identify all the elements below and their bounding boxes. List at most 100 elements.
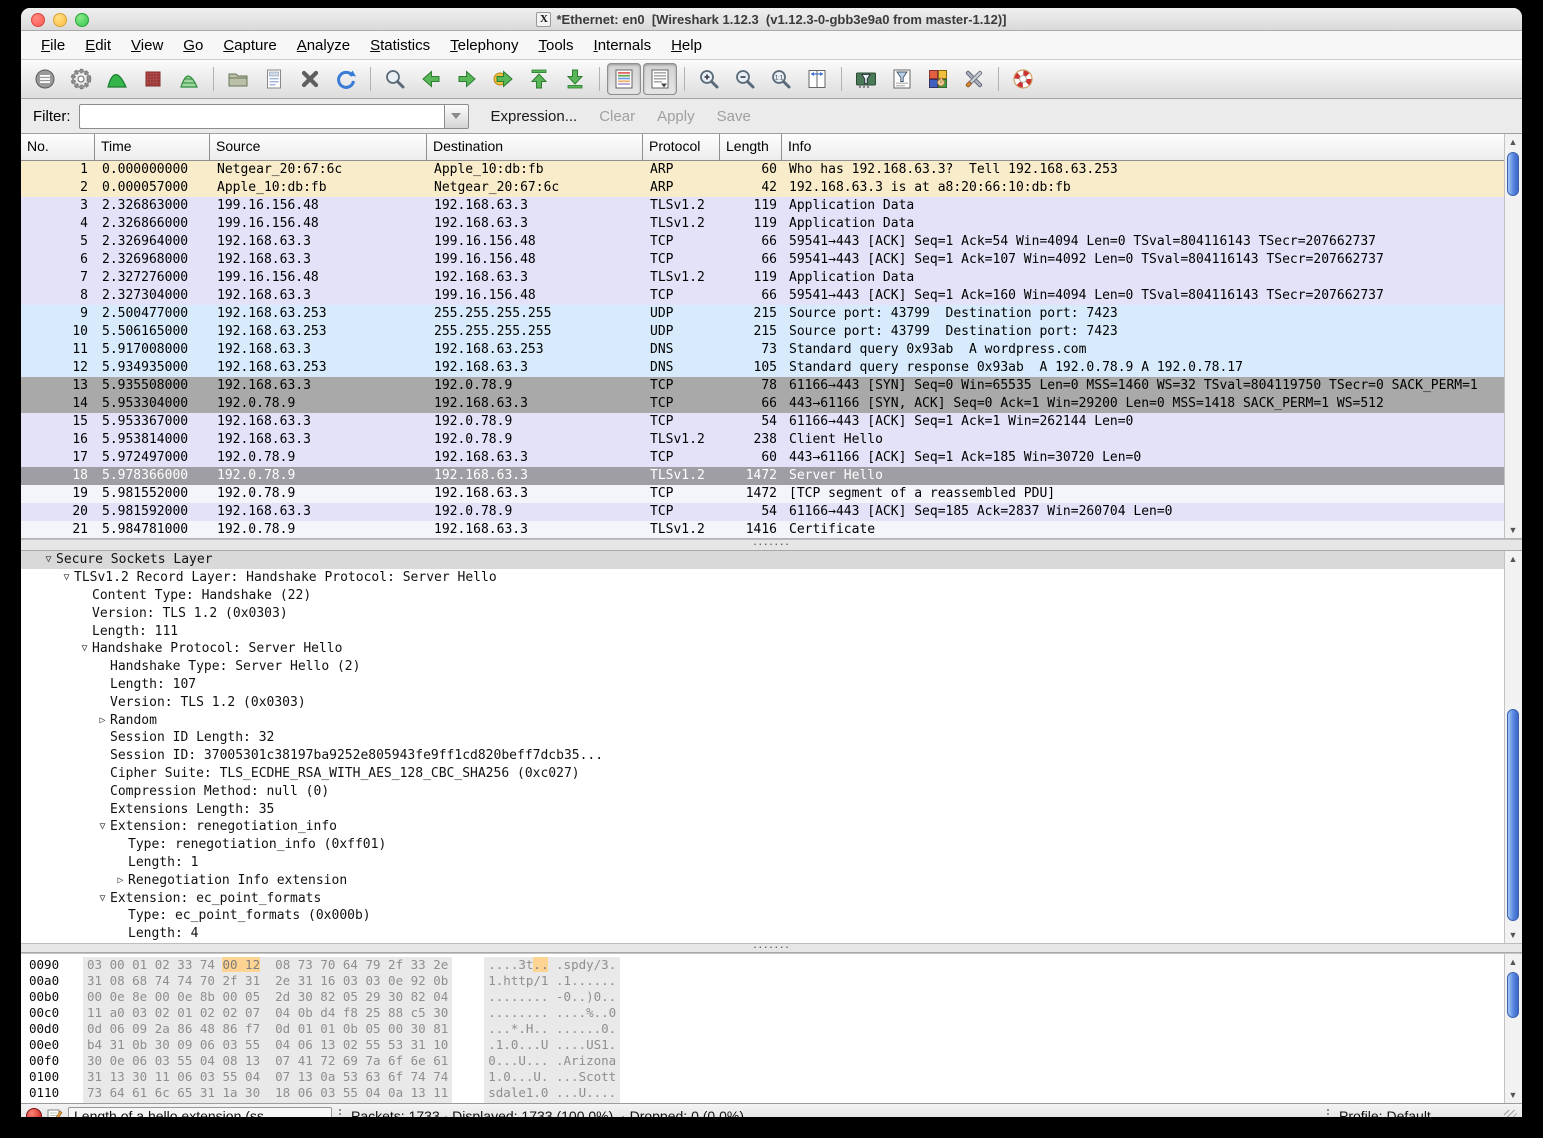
menu-tools[interactable]: Tools bbox=[529, 34, 584, 57]
packet-row[interactable]: 135.935508000192.168.63.3192.0.78.9TCP78… bbox=[21, 377, 1504, 395]
list-details-splitter[interactable]: ······· bbox=[21, 539, 1522, 551]
ascii-bytes[interactable]: ........ ....%..0 bbox=[484, 1005, 620, 1021]
packet-row[interactable]: 165.953814000192.168.63.3192.0.78.9TLSv1… bbox=[21, 431, 1504, 449]
column-header-protocol[interactable]: Protocol bbox=[643, 134, 720, 160]
tree-node[interactable]: Version: TLS 1.2 (0x0303) bbox=[21, 693, 1504, 711]
tree-node[interactable]: ▽Handshake Protocol: Server Hello bbox=[21, 640, 1504, 658]
column-header-source[interactable]: Source bbox=[210, 134, 427, 160]
hex-row[interactable]: 00a031 08 68 74 74 70 2f 31 2e 31 16 03 … bbox=[29, 973, 1504, 989]
expander-open-icon[interactable]: ▽ bbox=[95, 821, 110, 832]
resize-grip[interactable] bbox=[1504, 1110, 1517, 1118]
hex-row[interactable]: 010031 13 30 11 06 03 55 04 07 13 0a 53 … bbox=[29, 1069, 1504, 1085]
ascii-bytes[interactable]: ........ -0..)0.. bbox=[484, 989, 620, 1005]
tree-node[interactable]: Compression Method: null (0) bbox=[21, 782, 1504, 800]
colorize-icon[interactable] bbox=[607, 63, 641, 95]
hex-bytes[interactable]: 31 08 68 74 74 70 2f 31 2e 31 16 03 03 0… bbox=[83, 973, 452, 989]
packet-row[interactable]: 62.326968000192.168.63.3199.16.156.48TCP… bbox=[21, 251, 1504, 269]
find-packet-icon[interactable] bbox=[378, 63, 412, 95]
packet-row[interactable]: 175.972497000192.0.78.9192.168.63.3TCP60… bbox=[21, 449, 1504, 467]
hex-row[interactable]: 00c011 a0 03 02 01 02 02 07 04 0b d4 f8 … bbox=[29, 1005, 1504, 1021]
autoscroll-icon[interactable] bbox=[643, 63, 677, 95]
hex-bytes[interactable]: 00 0e 8e 00 0e 8b 00 05 2d 30 82 05 29 3… bbox=[83, 989, 452, 1005]
ascii-bytes[interactable]: 0...U... .Arizona bbox=[484, 1053, 620, 1069]
reload-icon[interactable] bbox=[329, 63, 363, 95]
bytes-scroll-thumb[interactable] bbox=[1507, 972, 1519, 1018]
menu-capture[interactable]: Capture bbox=[213, 34, 286, 57]
column-header-no[interactable]: No. bbox=[21, 134, 95, 160]
tree-node[interactable]: Cipher Suite: TLS_ECDHE_RSA_WITH_AES_128… bbox=[21, 765, 1504, 783]
expander-open-icon[interactable]: ▽ bbox=[59, 572, 74, 583]
packet-list-scroll-thumb[interactable] bbox=[1507, 152, 1519, 196]
go-top-icon[interactable] bbox=[522, 63, 556, 95]
details-scrollbar[interactable]: ▲ ▼ bbox=[1504, 551, 1522, 943]
expander-open-icon[interactable]: ▽ bbox=[41, 554, 56, 565]
statusbar-splitter[interactable] bbox=[339, 1109, 344, 1117]
tree-node[interactable]: ▽TLSv1.2 Record Layer: Handshake Protoco… bbox=[21, 569, 1504, 587]
expander-open-icon[interactable]: ▽ bbox=[77, 643, 92, 654]
restart-capture-icon[interactable] bbox=[172, 63, 206, 95]
menu-view[interactable]: View bbox=[121, 34, 173, 57]
tree-node[interactable]: ▽Extension: ec_point_formats bbox=[21, 889, 1504, 907]
packet-row[interactable]: 10.000000000Netgear_20:67:6cApple_10:db:… bbox=[21, 161, 1504, 179]
tree-node[interactable]: ▷Random bbox=[21, 711, 1504, 729]
close-window-button[interactable] bbox=[31, 13, 45, 27]
menu-telephony[interactable]: Telephony bbox=[440, 34, 528, 57]
scroll-up-icon[interactable]: ▲ bbox=[1505, 551, 1521, 567]
tree-node[interactable]: ▽Extension: renegotiation_info bbox=[21, 818, 1504, 836]
details-scroll-thumb[interactable] bbox=[1507, 709, 1519, 921]
start-capture-icon[interactable] bbox=[100, 63, 134, 95]
tree-node[interactable]: Type: renegotiation_info (0xff01) bbox=[21, 836, 1504, 854]
filter-dropdown-button[interactable] bbox=[444, 104, 469, 129]
scroll-down-icon[interactable]: ▼ bbox=[1505, 522, 1521, 538]
expander-closed-icon[interactable]: ▷ bbox=[113, 875, 128, 886]
ascii-bytes[interactable]: sdale1.0 ...U.... bbox=[484, 1085, 620, 1101]
packet-row[interactable]: 145.953304000192.0.78.9192.168.63.3TCP66… bbox=[21, 395, 1504, 413]
packet-row[interactable]: 125.934935000192.168.63.253192.168.63.3D… bbox=[21, 359, 1504, 377]
profile-status[interactable]: Profile: Default bbox=[1339, 1108, 1499, 1117]
menu-help[interactable]: Help bbox=[661, 34, 712, 57]
hex-row[interactable]: 00d00d 06 09 2a 86 48 86 f7 0d 01 01 0b … bbox=[29, 1021, 1504, 1037]
packet-row[interactable]: 20.000057000Apple_10:db:fbNetgear_20:67:… bbox=[21, 179, 1504, 197]
column-header-destination[interactable]: Destination bbox=[427, 134, 643, 160]
hex-bytes[interactable]: 11 a0 03 02 01 02 02 07 04 0b d4 f8 25 8… bbox=[83, 1005, 452, 1021]
packet-row[interactable]: 205.981592000192.168.63.3192.0.78.9TCP54… bbox=[21, 503, 1504, 521]
tree-node[interactable]: Length: 1 bbox=[21, 854, 1504, 872]
tree-node[interactable]: ▽Secure Sockets Layer bbox=[21, 551, 1504, 569]
go-bottom-icon[interactable] bbox=[558, 63, 592, 95]
hex-bytes[interactable]: 73 64 61 6c 65 31 1a 30 18 06 03 55 04 0… bbox=[83, 1085, 452, 1101]
ascii-bytes[interactable]: .1.0...U ....US1. bbox=[484, 1037, 620, 1053]
packet-row[interactable]: 32.326863000199.16.156.48192.168.63.3TLS… bbox=[21, 197, 1504, 215]
packet-row[interactable]: 195.981552000192.0.78.9192.168.63.3TCP14… bbox=[21, 485, 1504, 503]
hex-bytes[interactable]: 31 13 30 11 06 03 55 04 07 13 0a 53 63 6… bbox=[83, 1069, 452, 1085]
help-icon[interactable] bbox=[1006, 63, 1040, 95]
packet-row[interactable]: 115.917008000192.168.63.3192.168.63.253D… bbox=[21, 341, 1504, 359]
ascii-bytes[interactable]: ...*.H.. ......0. bbox=[484, 1021, 620, 1037]
hex-bytes[interactable]: 0d 06 09 2a 86 48 86 f7 0d 01 01 0b 05 0… bbox=[83, 1021, 452, 1037]
menu-statistics[interactable]: Statistics bbox=[360, 34, 440, 57]
packet-row[interactable]: 42.326866000199.16.156.48192.168.63.3TLS… bbox=[21, 215, 1504, 233]
menu-edit[interactable]: Edit bbox=[75, 34, 121, 57]
tree-node[interactable]: ▷Renegotiation Info extension bbox=[21, 871, 1504, 889]
packet-list-scrollbar[interactable]: ▲ ▼ bbox=[1504, 134, 1522, 538]
go-forward-icon[interactable] bbox=[450, 63, 484, 95]
menu-analyze[interactable]: Analyze bbox=[287, 34, 360, 57]
hex-row[interactable]: 009003 00 01 02 33 74 00 12 08 73 70 64 … bbox=[29, 957, 1504, 973]
capture-filter-icon[interactable] bbox=[849, 63, 883, 95]
hex-bytes[interactable]: 03 00 01 02 33 74 00 12 08 73 70 64 79 2… bbox=[83, 957, 452, 973]
tree-node[interactable]: Length: 107 bbox=[21, 676, 1504, 694]
expert-info-icon[interactable] bbox=[26, 1108, 42, 1117]
annotate-capture-icon[interactable] bbox=[47, 1108, 63, 1117]
scroll-down-icon[interactable]: ▼ bbox=[1505, 1087, 1521, 1103]
tree-node[interactable]: Content Type: Handshake (22) bbox=[21, 587, 1504, 605]
hex-row[interactable]: 00b000 0e 8e 00 0e 8b 00 05 2d 30 82 05 … bbox=[29, 989, 1504, 1005]
preferences-icon[interactable] bbox=[957, 63, 991, 95]
scroll-up-icon[interactable]: ▲ bbox=[1505, 134, 1521, 150]
scroll-up-icon[interactable]: ▲ bbox=[1505, 954, 1521, 970]
column-header-time[interactable]: Time bbox=[95, 134, 210, 160]
expander-open-icon[interactable]: ▽ bbox=[95, 893, 110, 904]
tree-node[interactable]: Session ID Length: 32 bbox=[21, 729, 1504, 747]
details-bytes-splitter[interactable]: ······· bbox=[21, 943, 1522, 953]
display-filter-icon[interactable] bbox=[885, 63, 919, 95]
go-back-icon[interactable] bbox=[414, 63, 448, 95]
scroll-down-icon[interactable]: ▼ bbox=[1505, 927, 1521, 943]
